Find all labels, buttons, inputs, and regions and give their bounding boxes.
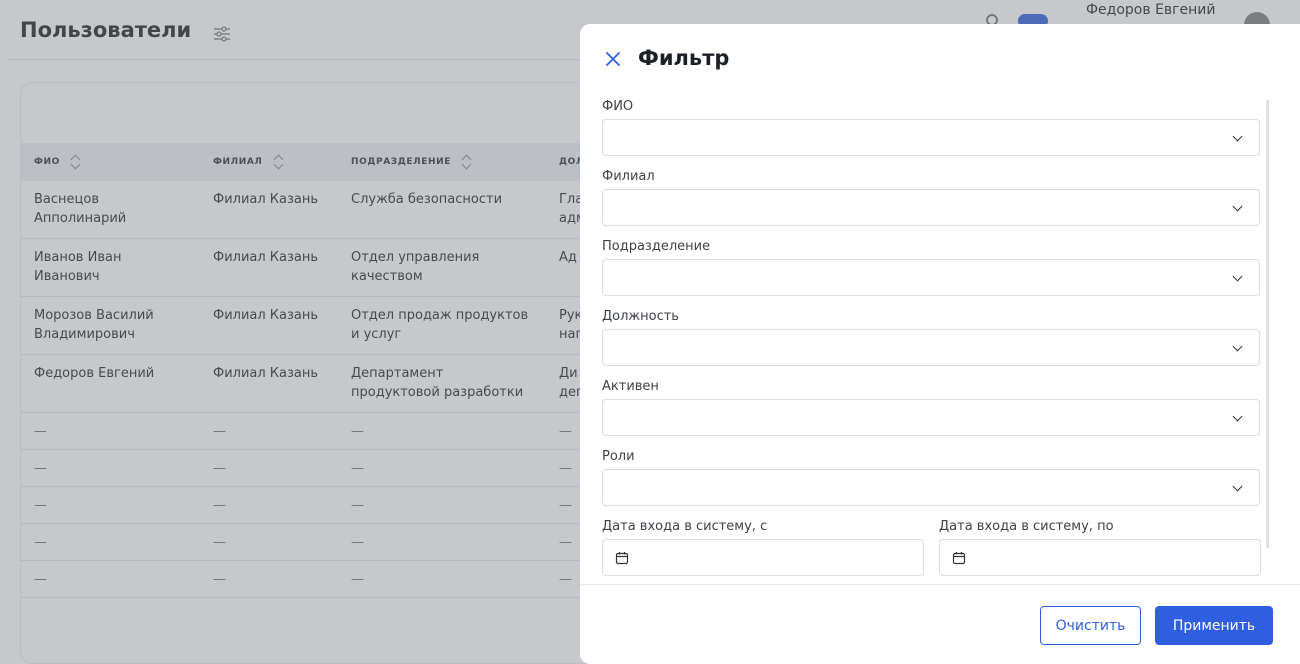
calendar-icon[interactable] (615, 551, 629, 565)
chevron-down-icon (1232, 131, 1243, 142)
position-select[interactable] (602, 329, 1260, 366)
date-to-label: Дата входа в систему, по (939, 519, 1114, 534)
close-icon[interactable] (604, 50, 622, 68)
date-from-group: Дата входа в систему, с (602, 518, 924, 576)
roles-select[interactable] (602, 469, 1260, 506)
chevron-down-icon (1232, 341, 1243, 352)
chevron-down-icon (1232, 411, 1243, 422)
active-label: Активен (602, 379, 659, 394)
branch-label: Филиал (602, 169, 655, 184)
roles-label: Роли (602, 449, 635, 464)
filter-form: ФИО Филиал Подразделение Должность Актив… (602, 98, 1262, 584)
chevron-down-icon (1232, 271, 1243, 282)
position-label: Должность (602, 309, 679, 324)
filter-title: Фильтр (638, 46, 730, 70)
date-from-input[interactable] (602, 539, 924, 576)
fio-select[interactable] (602, 119, 1260, 156)
fio-label: ФИО (602, 99, 634, 114)
chevron-down-icon (1232, 481, 1243, 492)
clear-button[interactable]: Очистить (1040, 606, 1141, 645)
calendar-icon[interactable] (952, 551, 966, 565)
filter-drawer: Фильтр ФИО Филиал Подразделение Должност… (580, 24, 1300, 664)
date-range: Дата входа в систему, с Дата входа в сис… (602, 518, 1262, 576)
date-from-label: Дата входа в систему, с (602, 519, 768, 534)
date-to-input[interactable] (939, 539, 1261, 576)
date-to-group: Дата входа в систему, по (939, 518, 1261, 576)
branch-select[interactable] (602, 189, 1260, 226)
apply-button[interactable]: Применить (1155, 606, 1273, 645)
filter-footer: Очистить Применить (580, 584, 1300, 664)
active-select[interactable] (602, 399, 1260, 436)
division-label: Подразделение (602, 239, 711, 254)
division-select[interactable] (602, 259, 1260, 296)
scrollbar[interactable] (1266, 100, 1269, 548)
chevron-down-icon (1232, 201, 1243, 212)
